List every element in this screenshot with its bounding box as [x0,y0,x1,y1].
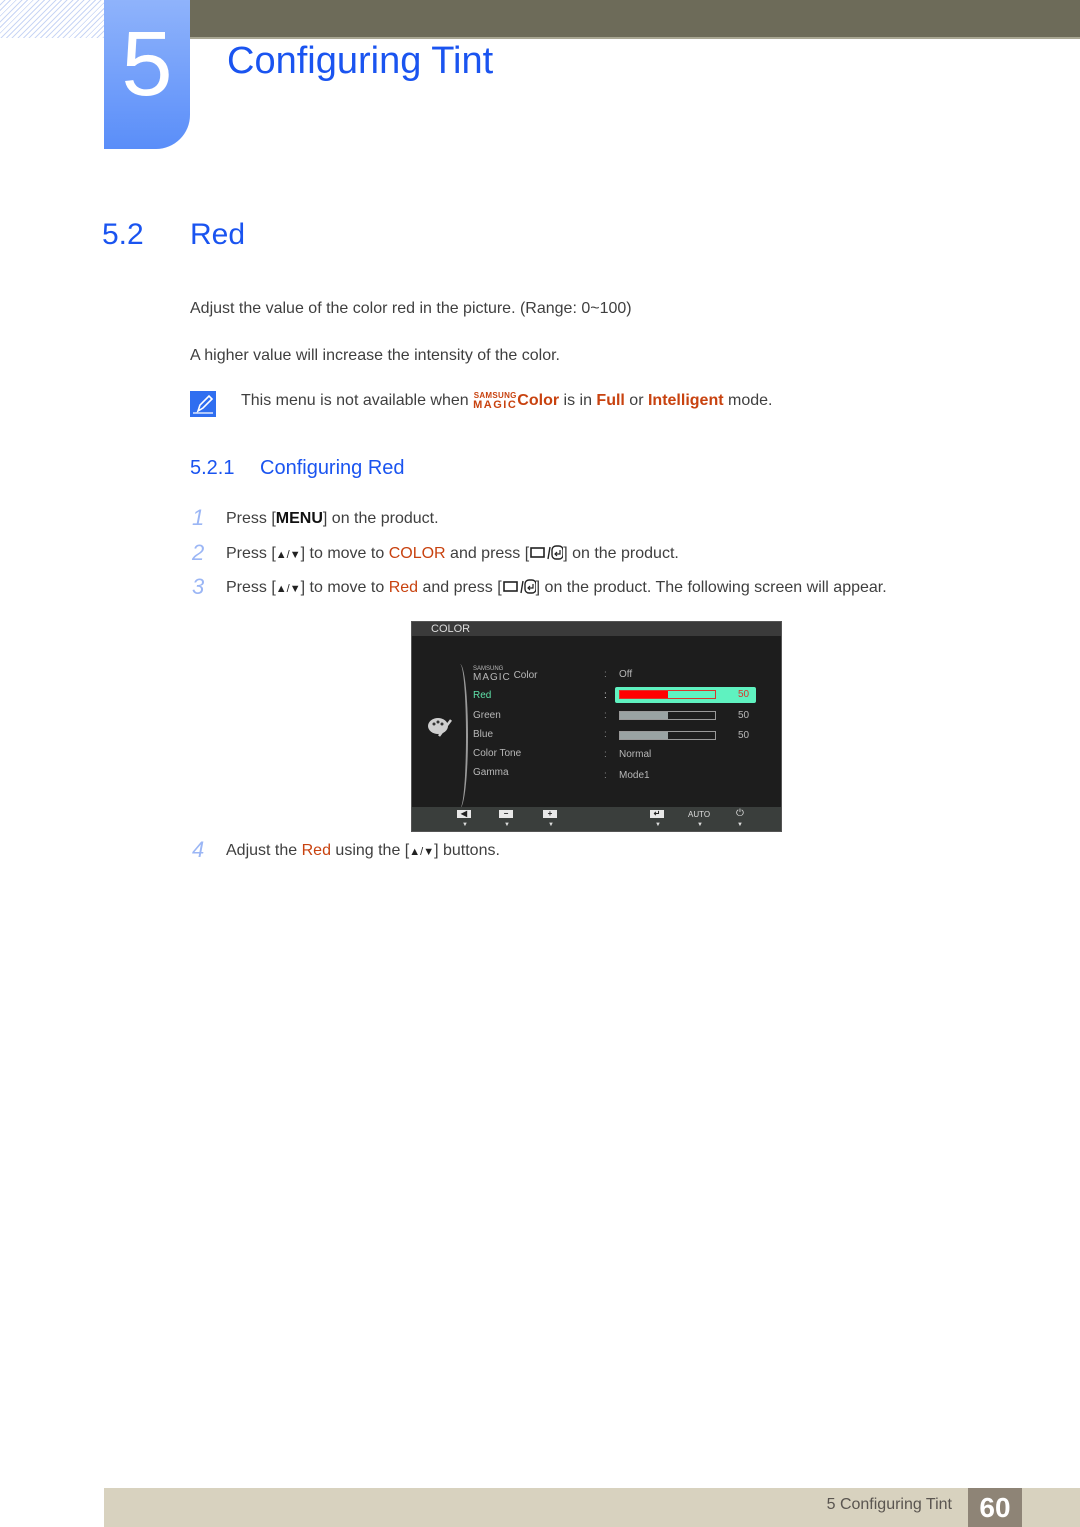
palette-icon [428,718,452,737]
footer-chapter-title: 5 Configuring Tint [826,1496,952,1513]
down-triangle-icon: ▼ [504,822,510,828]
step-text: Adjust the [226,842,302,859]
step-text: ] on the product. [563,545,679,562]
osd-item-blue[interactable]: Blue [473,729,493,740]
menu-key: MENU [275,510,323,527]
paragraph-range: Adjust the value of the color red in the… [190,300,632,317]
source-enter-icon [502,579,536,594]
red-value: 50 [738,689,750,700]
osd-colon: : [604,729,607,740]
subsection-title: Configuring Red [260,457,405,479]
up-down-arrows-icon: ▲/▼ [409,846,435,858]
step-4: Adjust the Red using the [▲/▼] buttons. [226,842,500,860]
blue-slider[interactable] [619,731,716,740]
down-triangle-icon: ▼ [548,822,554,828]
osd-colon: : [604,749,607,760]
auto-button[interactable]: AUTO [688,810,710,819]
step-text: ] on the product. The following screen w… [535,579,887,596]
red-slider[interactable] [619,690,716,699]
note-mid1: is in [559,392,597,409]
osd-value-color-tone: Normal [619,749,652,760]
step-text: Press [ [226,579,276,596]
minus-button-icon[interactable]: − [499,810,513,818]
note-mid2: or [624,392,648,409]
power-button-icon[interactable]: ⏻ [736,808,744,819]
paragraph-intensity: A higher value will increase the intensi… [190,347,560,364]
page-footer: 5 Configuring Tint 60 [104,1488,1080,1527]
plus-button-icon[interactable]: + [543,810,557,818]
osd-value-gamma: Mode1 [619,770,650,781]
osd-item-color-tone[interactable]: Color Tone [473,748,521,759]
color-highlight: COLOR [388,545,446,562]
section-number: 5.2 [102,218,144,251]
osd-colon: : [604,669,607,680]
intelligent-mode: Intelligent [647,392,724,409]
full-mode: Full [596,392,625,409]
step-text: ] on the product. [322,510,439,527]
step-2: Press [▲/▼] to move to COLOR and press [… [226,545,679,563]
red-highlight: Red [388,579,419,596]
step-text: Press [ [226,510,276,527]
blue-value: 50 [738,730,750,741]
green-slider-fill [620,712,668,719]
chapter-title: Configuring Tint [227,40,494,82]
down-triangle-icon: ▼ [655,822,661,828]
step-text: and press [ [418,579,502,596]
note-suffix: mode. [723,392,773,409]
osd-colon: : [604,710,607,721]
osd-label: Color [513,670,538,681]
osd-button-bar: ◀ − + ↵ AUTO ⏻ ▼ ▼ ▼ ▼ ▼ ▼ [412,807,781,831]
step-1: Press [MENU] on the product. [226,510,439,528]
osd-colon: : [604,690,607,701]
source-enter-icon [530,545,564,560]
subsection-number: 5.2.1 [190,457,235,479]
header-hatch-pattern [0,0,104,38]
step-text: ] to move to [300,545,389,562]
magic-color-word: Color [517,392,560,409]
green-value: 50 [738,710,750,721]
step-3: Press [▲/▼] to move to Red and press [ ] … [226,579,887,597]
osd-header: COLOR [412,622,781,636]
step-number: 2 [192,540,205,565]
section-title: Red [190,218,246,251]
red-slider-fill [620,691,668,698]
step-number: 4 [192,837,205,862]
up-down-arrows-icon: ▲/▼ [275,549,301,561]
up-down-arrows-icon: ▲/▼ [275,583,301,595]
osd-colon: : [604,770,607,781]
osd-item-gamma[interactable]: Gamma [473,767,509,778]
blue-slider-fill [620,732,668,739]
osd-item-magic-color[interactable]: SAMSUNG MAGIC Color [473,666,537,683]
down-triangle-icon: ▼ [462,822,468,828]
step-text: ] buttons. [434,842,500,859]
header-bar [190,0,1080,39]
osd-arc [452,664,468,808]
step-text: ] to move to [300,579,389,596]
enter-button-icon[interactable]: ↵ [650,810,664,818]
step-text: and press [ [445,545,530,562]
osd-item-red[interactable]: Red [473,690,491,701]
step-number: 3 [192,574,205,599]
note-prefix: This menu is not available when [241,392,474,409]
osd-item-green[interactable]: Green [473,710,501,721]
osd-value-magic-color: Off [619,669,633,680]
magic-big: MAGIC [473,399,518,411]
step-number: 1 [192,505,205,530]
chapter-tab: 5 [104,0,190,149]
step-text: Press [ [226,545,276,562]
magic-big: MAGIC [473,672,511,683]
step-text: using the [ [330,842,410,859]
osd-color-menu: COLOR SAMSUNG MAGIC Color Red Green Blue … [411,621,782,832]
left-arrow-button-icon[interactable]: ◀ [457,810,471,818]
note-text: This menu is not available when SAMSUNG M… [241,392,772,411]
note-pencil-icon [190,391,216,417]
red-highlight: Red [301,842,331,859]
page-number: 60 [968,1488,1022,1527]
samsung-magic-logo: SAMSUNG MAGIC [473,392,517,411]
down-triangle-icon: ▼ [737,822,743,828]
chapter-number: 5 [121,13,173,115]
green-slider[interactable] [619,711,716,720]
down-triangle-icon: ▼ [697,822,703,828]
